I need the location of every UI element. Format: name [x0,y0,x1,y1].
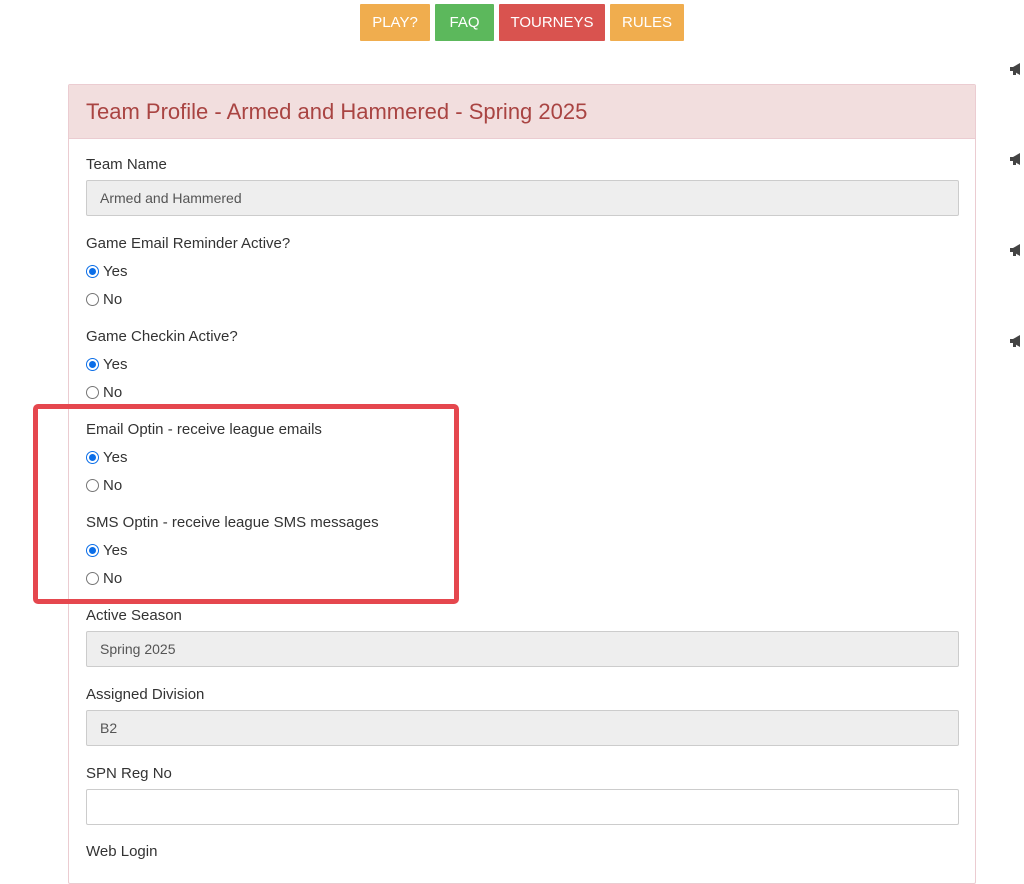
radio-label: No [103,291,123,308]
active-season-label: Active Season [86,607,182,624]
division-input[interactable]: B2 [86,710,959,746]
radio-label: No [103,384,123,401]
web-login-label: Web Login [86,843,158,860]
rules-button[interactable]: RULES [610,4,684,41]
play-button[interactable]: PLAY? [360,4,430,41]
optin-highlight-box [33,404,459,604]
checkin-label: Game Checkin Active? [86,328,238,345]
spn-reg-input[interactable] [86,789,959,825]
team-name-input[interactable]: Armed and Hammered [86,180,959,216]
faq-button[interactable]: FAQ [435,4,494,41]
email-reminder-label: Game Email Reminder Active? [86,235,291,252]
radio-label: Yes [103,263,128,280]
megaphone-icon[interactable] [1010,244,1024,256]
megaphone-icon[interactable] [1010,153,1024,165]
radio-checked-icon [86,358,99,371]
spn-reg-label: SPN Reg No [86,765,172,782]
team-name-label: Team Name [86,156,167,173]
active-season-input[interactable]: Spring 2025 [86,631,959,667]
tourneys-button[interactable]: TOURNEYS [499,4,605,41]
top-nav: PLAY? FAQ TOURNEYS RULES [360,4,684,41]
radio-label: Yes [103,356,128,373]
checkin-no-radio[interactable]: No [86,384,122,401]
panel-title: Team Profile - Armed and Hammered - Spri… [69,85,975,139]
megaphone-icon[interactable] [1010,63,1024,75]
radio-checked-icon [86,265,99,278]
email-reminder-no-radio[interactable]: No [86,291,122,308]
checkin-yes-radio[interactable]: Yes [86,356,127,373]
division-label: Assigned Division [86,686,205,703]
radio-unchecked-icon [86,386,99,399]
email-reminder-yes-radio[interactable]: Yes [86,263,127,280]
radio-unchecked-icon [86,293,99,306]
megaphone-icon[interactable] [1010,335,1024,347]
